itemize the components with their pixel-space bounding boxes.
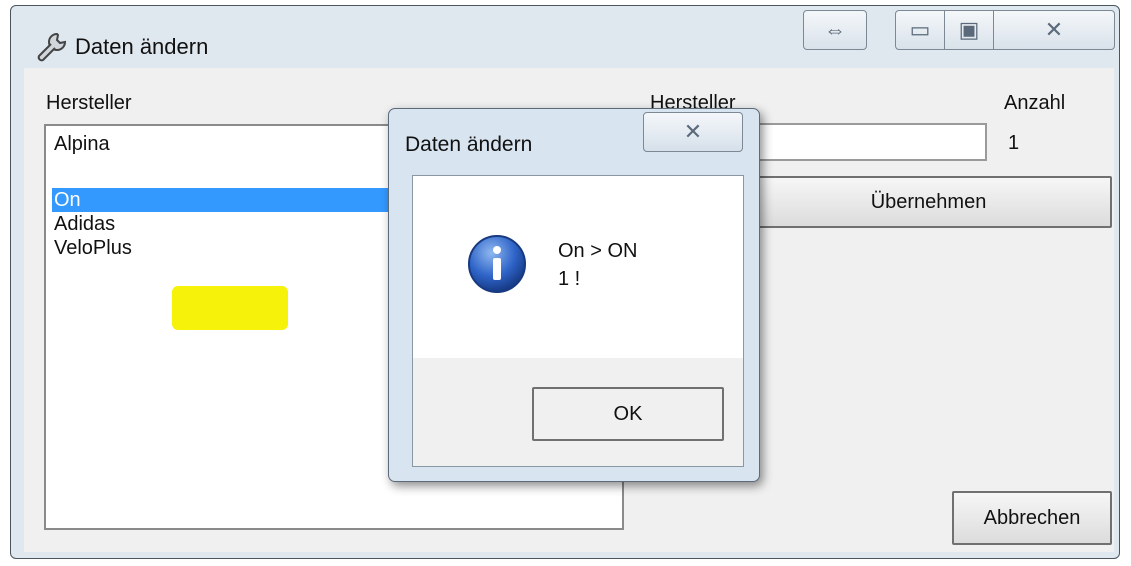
- apply-button-label: Übernehmen: [870, 190, 987, 213]
- minimize-icon: ▭: [909, 17, 931, 42]
- apply-button[interactable]: Übernehmen: [745, 176, 1112, 228]
- ok-highlight: [172, 286, 288, 330]
- cancel-button-label: Abbrechen: [983, 506, 1081, 529]
- anzahl-value: 1: [1008, 132, 1020, 154]
- window-title: Daten ändern: [75, 34, 209, 59]
- ok-button[interactable]: OK: [532, 387, 724, 441]
- maximize-icon: ▣: [958, 17, 980, 42]
- left-hersteller-label: Hersteller: [46, 92, 132, 114]
- maximize-button[interactable]: ▣: [944, 10, 994, 50]
- info-icon: [468, 235, 526, 293]
- minimize-button[interactable]: ▭: [895, 10, 945, 50]
- message-line-1: On > ON: [558, 240, 638, 262]
- dialog-title: Daten ändern: [405, 133, 533, 156]
- cancel-button[interactable]: Abbrechen: [952, 491, 1112, 545]
- wrench-icon: [37, 32, 67, 62]
- close-icon: ✕: [683, 119, 703, 144]
- resize-icon: ⇔: [824, 17, 846, 42]
- dialog-close-button[interactable]: ✕: [643, 112, 743, 152]
- message-line-2: 1 !: [558, 268, 581, 290]
- hersteller-input[interactable]: [745, 123, 987, 161]
- close-icon: ✕: [1044, 17, 1064, 42]
- dialog-message-area: [413, 176, 743, 358]
- close-button[interactable]: ✕: [993, 10, 1115, 50]
- resize-button[interactable]: ⇔: [803, 10, 867, 50]
- anzahl-label: Anzahl: [1004, 92, 1066, 114]
- ok-button-label: OK: [613, 402, 643, 425]
